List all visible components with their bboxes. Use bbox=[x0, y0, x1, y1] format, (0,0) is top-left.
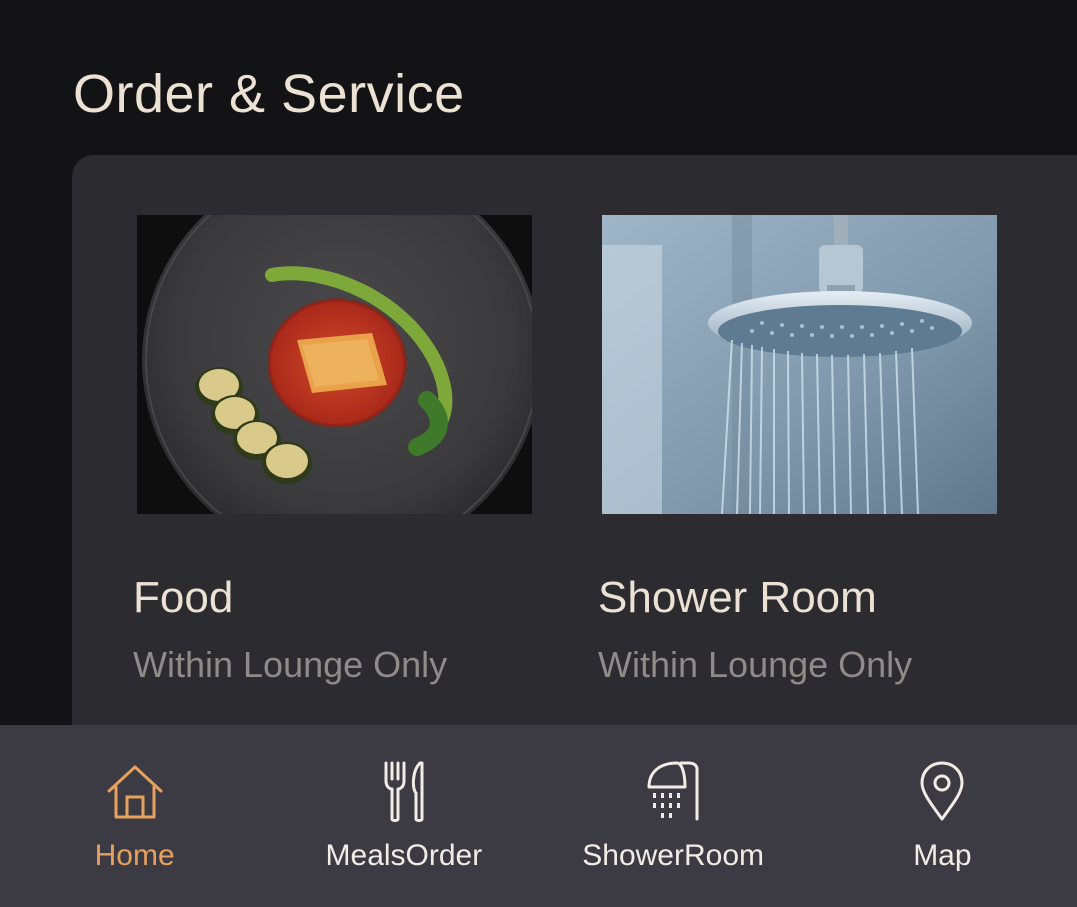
shower-icon bbox=[647, 761, 699, 821]
tab-map[interactable]: Map bbox=[808, 725, 1077, 907]
tab-shower-room[interactable]: ShowerRoom bbox=[539, 725, 808, 907]
shower-room-service-card[interactable]: Shower Room Within Lounge Only bbox=[598, 215, 997, 685]
shower-room-title: Shower Room bbox=[598, 573, 877, 622]
map-pin-icon bbox=[920, 761, 964, 821]
app-screen: Order & Service Food Within Lounge Only … bbox=[0, 0, 1077, 907]
food-service-card[interactable]: Food Within Lounge Only bbox=[133, 215, 532, 685]
section-title: Order & Service bbox=[73, 64, 465, 124]
tab-home-label: Home bbox=[94, 839, 175, 872]
tab-meals-order-label: MealsOrder bbox=[325, 839, 483, 872]
tab-map-label: Map bbox=[913, 839, 972, 872]
food-title: Food bbox=[133, 573, 234, 622]
fork-knife-icon bbox=[384, 761, 424, 822]
shower-room-subtitle: Within Lounge Only bbox=[598, 644, 913, 685]
tab-home[interactable]: Home bbox=[0, 725, 269, 907]
food-subtitle: Within Lounge Only bbox=[133, 644, 448, 685]
shower-room-image bbox=[602, 215, 997, 514]
home-icon bbox=[107, 765, 163, 819]
tab-meals-order[interactable]: MealsOrder bbox=[269, 725, 538, 907]
food-image bbox=[137, 215, 532, 514]
tab-shower-room-label: ShowerRoom bbox=[582, 839, 764, 872]
bottom-tab-bar: Home MealsOrder ShowerRoom Map bbox=[0, 725, 1077, 907]
